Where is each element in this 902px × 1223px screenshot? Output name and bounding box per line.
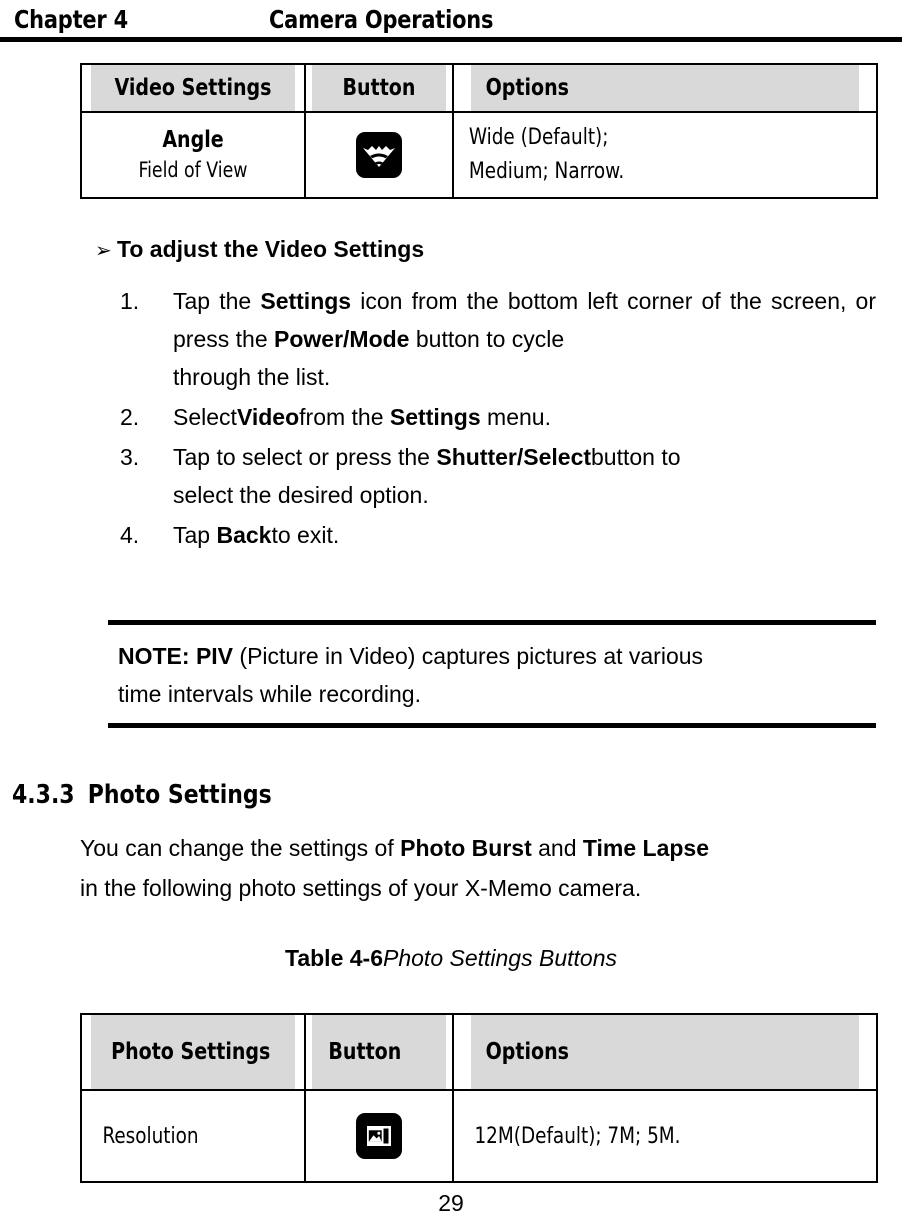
procedure-heading: ➢ To adjust the Video Settings xyxy=(95,236,424,263)
body-text: Tap the xyxy=(173,288,261,314)
column-header-video-settings: Video Settings xyxy=(89,63,297,113)
step-number: 2. xyxy=(120,404,140,430)
body-text: Tap xyxy=(173,522,217,548)
body-text: (Picture in Video) captures pictures at … xyxy=(233,643,704,669)
step-last-line: through the list. xyxy=(173,364,331,390)
column-header-options: Options xyxy=(469,1013,861,1091)
table-header-row: Photo Settings Button Options xyxy=(81,1013,877,1091)
emphasis-text: NOTE: PIV xyxy=(118,643,234,669)
note-callout: NOTE: PIV (Picture in Video) captures pi… xyxy=(108,620,876,728)
cell-button-icon xyxy=(304,1089,454,1183)
column-header-photo-settings: Photo Settings xyxy=(89,1013,297,1091)
emphasis-text: Back xyxy=(216,522,272,548)
setting-subtitle: Field of View xyxy=(138,158,248,182)
header-divider-rule xyxy=(0,37,902,42)
body-text: menu. xyxy=(480,404,551,430)
section-number: 4.3.3 xyxy=(12,780,75,810)
body-text: button to cycle xyxy=(409,326,565,352)
page-number: 29 xyxy=(438,1190,464,1216)
procedure-heading-label: To adjust the Video Settings xyxy=(117,236,425,262)
body-text: Tap to select or press the xyxy=(173,444,437,470)
header-chapter-label: Chapter 4 xyxy=(14,4,128,34)
emphasis-text: Settings xyxy=(260,288,352,314)
table-caption-title: Photo Settings Buttons xyxy=(383,945,617,971)
section-title: Photo Settings xyxy=(87,780,272,810)
body-text: and xyxy=(531,835,583,861)
header-title-label: Camera Operations xyxy=(268,4,493,34)
cell-options: 12M(Default); 7M; 5M. xyxy=(452,1089,878,1183)
option-line-1: Wide (Default); xyxy=(468,125,609,150)
body-text: from the xyxy=(299,404,390,430)
photo-settings-table: Photo Settings Button Options Resolution xyxy=(80,1013,878,1183)
step-last-line: select the desired option. xyxy=(173,482,429,508)
emphasis-text: Time Lapse xyxy=(582,835,710,861)
table-caption-number: Table 4-6 xyxy=(285,945,383,971)
procedure-step: 3. Tap to select or press the Shutter/Sel… xyxy=(120,438,876,514)
emphasis-text: Settings xyxy=(389,404,481,430)
body-text: to exit. xyxy=(271,522,340,548)
video-settings-table: Video Settings Button Options Angle Fiel… xyxy=(80,63,878,199)
note-text: NOTE: PIV (Picture in Video) captures pi… xyxy=(108,637,876,713)
emphasis-text: Video xyxy=(236,404,300,430)
procedure-step: 4. Tap Backto exit. xyxy=(120,516,876,554)
procedure-step: 2. SelectVideofrom the Settings menu. xyxy=(120,398,876,436)
cell-options: Wide (Default); Medium; Narrow. xyxy=(452,111,878,199)
paragraph-last-line: in the following photo settings of your … xyxy=(80,875,642,901)
page-running-header: Chapter 4 Camera Operations xyxy=(0,0,902,38)
procedure-step: 1. Tap the Settings icon from the bottom … xyxy=(120,282,876,396)
option-text: 12M(Default); 7M; 5M. xyxy=(474,1123,681,1149)
setting-title: Resolution xyxy=(102,1123,199,1149)
cell-button-icon xyxy=(304,111,454,199)
body-text: You can change the settings of xyxy=(80,835,401,861)
triangle-bullet-icon: ➢ xyxy=(95,240,112,262)
table-row: Resolution 12M(Default); 7M; 5M. xyxy=(80,1089,878,1183)
column-header-options: Options xyxy=(469,63,861,113)
body-text: button to xyxy=(591,444,681,470)
emphasis-text: Power/Mode xyxy=(274,326,410,352)
section-paragraph: You can change the settings of Photo Bur… xyxy=(80,828,876,908)
table-row: Angle Field of View Wide (Default); Medi… xyxy=(80,111,878,199)
table-header-row: Video Settings Button Options xyxy=(81,63,877,113)
body-text: Select xyxy=(173,404,237,430)
cell-setting-name: Angle Field of View xyxy=(80,111,306,199)
table-caption: Table 4-6Photo Settings Buttons xyxy=(0,945,902,972)
emphasis-text: Photo Burst xyxy=(400,835,532,861)
step-number: 4. xyxy=(120,522,140,548)
note-last-line: time intervals while recording. xyxy=(118,681,421,707)
setting-title: Angle xyxy=(162,127,224,153)
photo-resolution-icon xyxy=(356,1113,402,1159)
procedure-steps-list: 1. Tap the Settings icon from the bottom … xyxy=(120,282,876,556)
wide-angle-icon xyxy=(356,132,402,178)
step-number: 1. xyxy=(120,288,140,314)
column-header-button: Button xyxy=(309,63,449,113)
step-number: 3. xyxy=(120,444,140,470)
emphasis-text: Shutter/Select xyxy=(436,444,592,470)
cell-setting-name: Resolution xyxy=(80,1089,306,1183)
column-header-button: Button xyxy=(309,1013,449,1091)
option-line-2: Medium; Narrow. xyxy=(468,159,625,184)
section-heading: 4.3.3 Photo Settings xyxy=(12,780,272,810)
